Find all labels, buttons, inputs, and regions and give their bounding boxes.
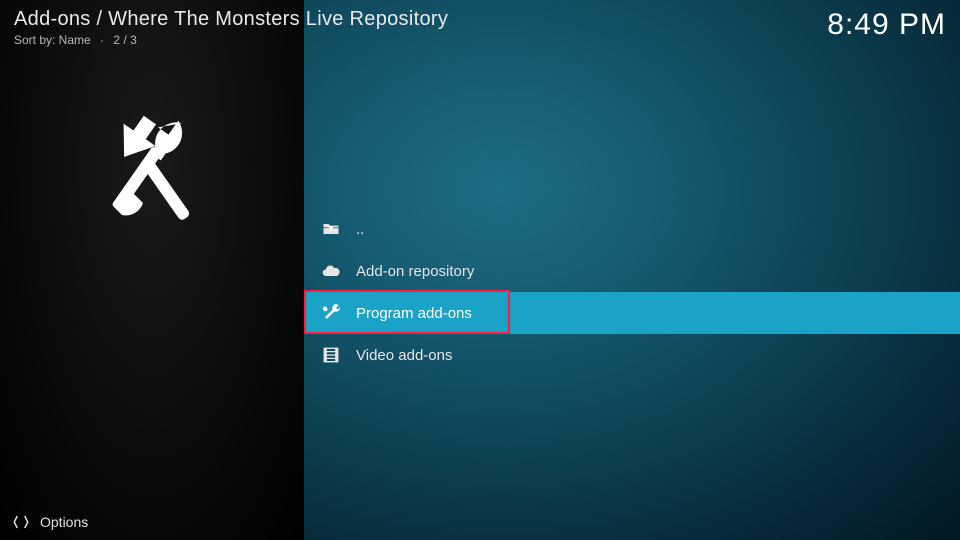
list-item-label: Add-on repository: [356, 263, 474, 280]
list-position: 2 / 3: [113, 33, 136, 47]
folder-up-icon: [320, 218, 342, 240]
sort-info: Sort by: Name · 2 / 3: [14, 33, 448, 47]
list-item-label: ..: [356, 221, 364, 238]
main-panel: .. Add-on repository Program add-ons: [304, 0, 960, 540]
sidebar: [0, 0, 304, 540]
breadcrumb: Add-ons / Where The Monsters Live Reposi…: [14, 8, 448, 31]
film-icon: [320, 344, 342, 366]
clock: 8:49 PM: [827, 8, 946, 42]
options-icon[interactable]: [12, 513, 30, 531]
footer: Options: [0, 504, 304, 540]
category-list: .. Add-on repository Program add-ons: [304, 208, 960, 376]
list-item-addon-repository[interactable]: Add-on repository: [304, 250, 960, 292]
cloud-icon: [320, 260, 342, 282]
list-item-program-addons[interactable]: Program add-ons: [304, 292, 960, 334]
tools-icon: [77, 98, 227, 253]
list-item-label: Video add-ons: [356, 347, 452, 364]
separator-dot: ·: [100, 33, 104, 47]
options-button[interactable]: Options: [40, 514, 88, 530]
sort-label: Sort by: Name: [14, 33, 91, 47]
list-item-label: Program add-ons: [356, 305, 472, 322]
list-item-video-addons[interactable]: Video add-ons: [304, 334, 960, 376]
list-item-parent[interactable]: ..: [304, 208, 960, 250]
tools-icon: [320, 302, 342, 324]
